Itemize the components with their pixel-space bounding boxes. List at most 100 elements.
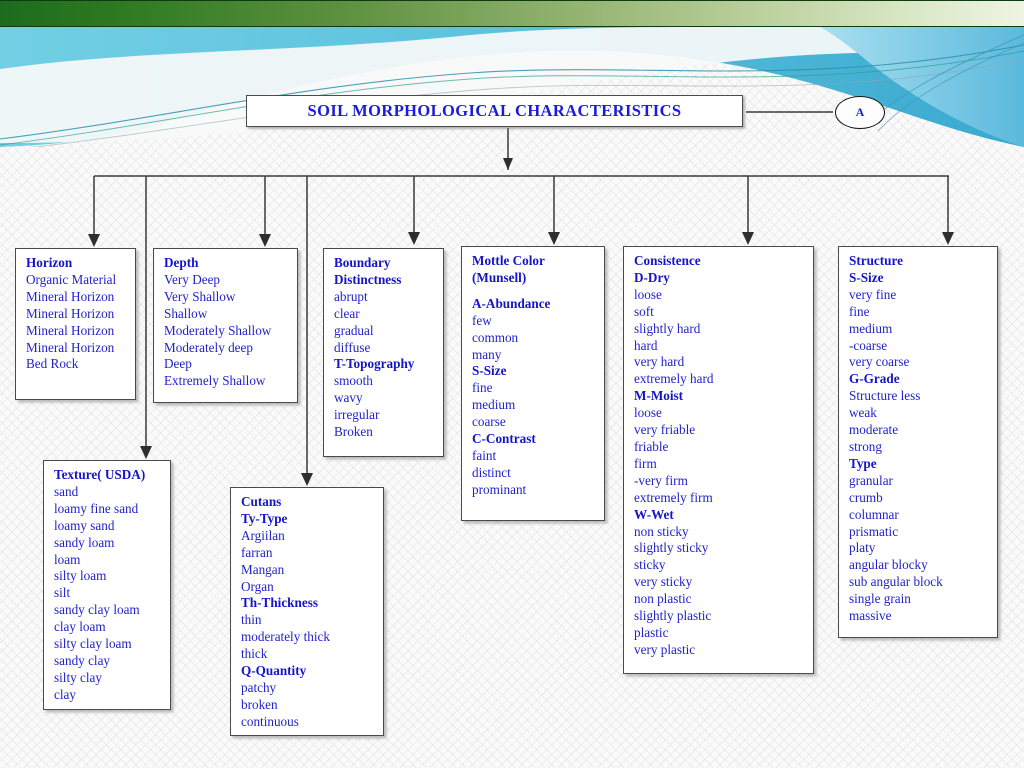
horizon-box: Horizon Organic Material Mineral Horizon Mi… bbox=[15, 248, 136, 400]
box-item: platy bbox=[849, 540, 876, 556]
box-item: medium bbox=[849, 320, 893, 336]
box-item: loamy sand bbox=[54, 517, 115, 533]
box-item: non plastic bbox=[634, 591, 692, 607]
box-item: crumb bbox=[849, 489, 883, 505]
box-item: slightly sticky bbox=[634, 540, 709, 556]
box-item: -very firm bbox=[634, 472, 688, 488]
box-item: very sticky bbox=[634, 574, 693, 590]
box-item: Mineral Horizon bbox=[26, 322, 115, 338]
box-item: Mineral Horizon bbox=[26, 339, 115, 355]
box-heading: Boundary bbox=[334, 255, 391, 270]
depth-box: Depth Very Deep Very Shallow Shallow Moderat… bbox=[153, 248, 298, 403]
node-a-badge: A bbox=[835, 96, 885, 129]
box-item: few bbox=[472, 312, 492, 328]
box-item: soft bbox=[634, 303, 654, 319]
slide-canvas: Soil Morphological Characteristics A Hor… bbox=[0, 0, 1024, 768]
box-item: friable bbox=[634, 438, 669, 454]
box-item: Structure less bbox=[849, 388, 921, 404]
arrowhead-texture bbox=[140, 446, 152, 459]
box-heading: Th-Thickness bbox=[241, 595, 318, 611]
cutans-box: Cutans Ty-Type Argiilan farran Mangan Organ Th… bbox=[230, 487, 384, 736]
box-item: wavy bbox=[334, 390, 363, 406]
box-item: sandy clay bbox=[54, 652, 111, 668]
box-item: Mineral Horizon bbox=[26, 288, 115, 304]
box-item: Moderately Shallow bbox=[164, 322, 272, 338]
box-item: very plastic bbox=[634, 641, 696, 657]
box-item: plastic bbox=[634, 624, 669, 640]
box-heading: Structure bbox=[849, 253, 903, 268]
box-item: very friable bbox=[634, 422, 696, 438]
box-heading: G-Grade bbox=[849, 371, 900, 387]
box-item: hard bbox=[634, 337, 658, 353]
box-item: clay bbox=[54, 686, 76, 702]
box-item: very hard bbox=[634, 354, 685, 370]
box-item: extremely hard bbox=[634, 371, 714, 387]
box-item: loose bbox=[634, 405, 662, 421]
box-item: Organ bbox=[241, 578, 274, 594]
arrowhead-boundary bbox=[408, 232, 420, 245]
box-item: broken bbox=[241, 696, 278, 712]
box-heading: A-Abundance bbox=[472, 295, 551, 311]
box-heading: T-Topography bbox=[334, 356, 415, 372]
box-heading: C-Contrast bbox=[472, 431, 536, 447]
box-item: farran bbox=[241, 544, 273, 560]
box-item: columnar bbox=[849, 506, 899, 522]
box-item: firm bbox=[634, 455, 657, 471]
boundary-box: Boundary Distinctness abrupt clear gradual di… bbox=[323, 248, 444, 457]
box-heading: Ty-Type bbox=[241, 510, 288, 526]
box-item: prismatic bbox=[849, 523, 899, 539]
box-item: clear bbox=[334, 305, 360, 321]
box-heading: Mottle Color bbox=[472, 253, 545, 268]
box-item bbox=[472, 287, 596, 296]
page-title: Soil Morphological Characteristics bbox=[307, 101, 682, 120]
box-item: clay loam bbox=[54, 619, 106, 635]
box-item: very fine bbox=[849, 286, 897, 302]
box-item: Deep bbox=[164, 356, 192, 372]
box-item: patchy bbox=[241, 679, 277, 695]
box-item: Shallow bbox=[164, 305, 208, 321]
box-item: Very Shallow bbox=[164, 288, 236, 304]
box-item: angular blocky bbox=[849, 557, 928, 573]
box-item: distinct bbox=[472, 464, 511, 480]
box-item: loamy fine sand bbox=[54, 500, 139, 516]
node-a-label: A bbox=[855, 105, 865, 119]
texture-box: Texture( USDA) sand loamy fine sand loamy s… bbox=[43, 460, 171, 710]
diagram-title-box: Soil Morphological Characteristics bbox=[246, 95, 743, 127]
box-item: granular bbox=[849, 472, 893, 488]
box-item: Moderately deep bbox=[164, 339, 253, 355]
box-item: silty loam bbox=[54, 568, 107, 584]
box-heading: Q-Quantity bbox=[241, 663, 307, 679]
box-item: fine bbox=[472, 380, 493, 396]
structure-box: Structure S-Size very fine fine medium -coars… bbox=[838, 246, 998, 638]
box-item: Very Deep bbox=[164, 271, 221, 287]
box-item: very coarse bbox=[849, 354, 910, 370]
box-item: slightly hard bbox=[634, 320, 701, 336]
box-heading: Texture( USDA) bbox=[54, 467, 146, 482]
box-item: prominant bbox=[472, 481, 527, 497]
box-item: -coarse bbox=[849, 337, 888, 353]
box-item: sandy clay loam bbox=[54, 602, 140, 618]
box-heading: Cutans bbox=[241, 494, 282, 509]
box-item: Mangan bbox=[241, 561, 285, 577]
consistence-box: Consistence D-Dry loose soft slightly hard ha… bbox=[623, 246, 814, 674]
box-item: extremely firm bbox=[634, 489, 713, 505]
box-item: irregular bbox=[334, 407, 380, 423]
arrowhead-cutans bbox=[301, 473, 313, 486]
box-item: faint bbox=[472, 447, 497, 463]
box-item: loam bbox=[54, 551, 81, 567]
arrowhead-horizon bbox=[88, 234, 100, 247]
box-item: Extremely Shallow bbox=[164, 373, 266, 389]
box-heading: Depth bbox=[164, 255, 199, 270]
box-heading: W-Wet bbox=[634, 506, 674, 522]
box-item: silt bbox=[54, 585, 71, 601]
box-item: silty clay bbox=[54, 669, 102, 685]
box-item: thick bbox=[241, 646, 268, 662]
box-item: sand bbox=[54, 483, 79, 499]
box-item: weak bbox=[849, 405, 877, 421]
box-heading: (Munsell) bbox=[472, 269, 527, 285]
box-item: sub angular block bbox=[849, 574, 943, 590]
box-item: Bed Rock bbox=[26, 356, 79, 372]
box-item: diffuse bbox=[334, 339, 371, 355]
box-item: thin bbox=[241, 612, 262, 628]
box-item: coarse bbox=[472, 414, 506, 430]
